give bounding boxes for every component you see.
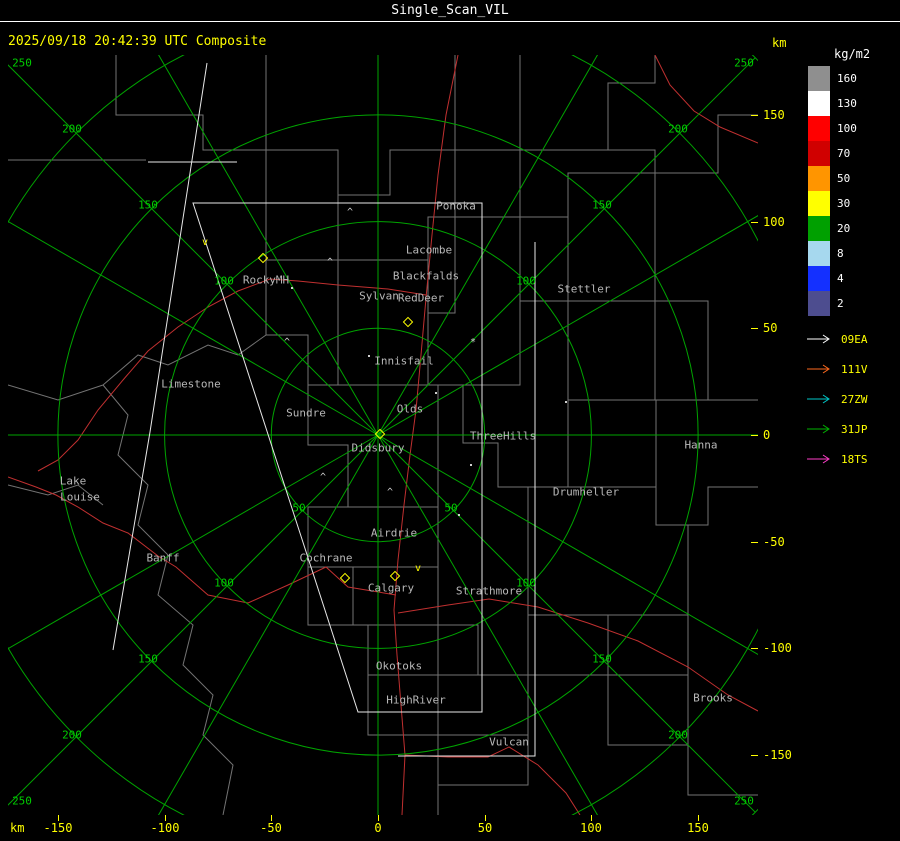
- scale-value-label: 70: [837, 147, 851, 160]
- azimuth-line: [377, 57, 756, 436]
- radar-site-marker: [389, 570, 401, 582]
- town-caret-marker: ^: [284, 337, 290, 348]
- radar-arrow-icon: [807, 334, 830, 344]
- scale-level-row: 20: [808, 216, 857, 241]
- scale-level-row: 8: [808, 241, 857, 266]
- bottom-axis-tick-label: -150: [43, 821, 73, 835]
- right-axis-tick: [751, 435, 758, 436]
- scale-value-label: 2: [837, 297, 844, 310]
- scale-swatch: [808, 291, 830, 316]
- bottom-axis-tick-label: 100: [580, 821, 602, 835]
- scale-level-row: 160: [808, 66, 857, 91]
- window-title: Single_Scan_VIL: [391, 3, 509, 18]
- radar-arrow-icon: [807, 424, 830, 434]
- radar-app-window: Single_Scan_VIL 2025/09/18 20:42:39 UTC …: [0, 0, 900, 841]
- town-caret-marker: ^: [387, 487, 393, 498]
- scale-value-label: 30: [837, 197, 851, 210]
- right-axis-tick: [751, 328, 758, 329]
- bottom-axis-tick-label: -50: [260, 821, 282, 835]
- scale-swatch: [808, 91, 830, 116]
- radar-arrow-icon: [807, 364, 830, 374]
- right-axis-tick-label: 100: [763, 215, 785, 229]
- bottom-axis-tick-label: 50: [477, 821, 493, 835]
- scale-swatch: [808, 141, 830, 166]
- town-dot-marker: [565, 401, 567, 403]
- color-scale: 160 130 100 70 50 30 20 8 4 2: [808, 66, 857, 316]
- radar-id-label: 31JP: [841, 422, 868, 436]
- scale-value-label: 50: [837, 172, 851, 185]
- azimuth-line: [377, 55, 599, 436]
- radar-arrow-icon: [807, 454, 830, 464]
- town-dot-marker: [368, 355, 370, 357]
- right-axis-tick: [751, 542, 758, 543]
- scale-value-label: 4: [837, 272, 844, 285]
- town-dot-marker: [458, 514, 460, 516]
- town-star-marker: *: [470, 337, 476, 348]
- right-axis-tick-label: 150: [763, 108, 785, 122]
- scale-level-row: 2: [808, 291, 857, 316]
- scale-value-label: 8: [837, 247, 844, 260]
- radar-legend-row: 111V: [806, 354, 868, 384]
- town-caret-marker: ^: [320, 472, 326, 483]
- right-axis-tick-label: -50: [763, 535, 785, 549]
- scale-value-label: 20: [837, 222, 851, 235]
- yellow-v-marker: v: [415, 563, 421, 574]
- radar-legend-row: 09EA: [806, 324, 868, 354]
- radar-arrow-icon: [807, 394, 830, 404]
- radar-id-label: 27ZW: [841, 392, 868, 406]
- timestamp-label: 2025/09/18 20:42:39 UTC Composite: [8, 34, 267, 49]
- right-axis-tick-label: -150: [763, 748, 792, 762]
- scale-unit-label: kg/m2: [834, 47, 871, 61]
- scale-swatch: [808, 166, 830, 191]
- yellow-v-marker: v: [202, 237, 208, 248]
- right-axis-tick: [751, 648, 758, 649]
- scale-swatch: [808, 266, 830, 291]
- right-axis-unit: km: [772, 36, 787, 50]
- scale-level-row: 30: [808, 191, 857, 216]
- radar-legend-row: 31JP: [806, 414, 868, 444]
- scale-swatch: [808, 116, 830, 141]
- radar-map-canvas: v v ^ ^ ^ ^ ^ *: [8, 55, 758, 815]
- scale-level-row: 50: [808, 166, 857, 191]
- bottom-axis-tick-label: 0: [374, 821, 382, 835]
- radar-id-label: 09EA: [841, 332, 868, 346]
- town-caret-marker: ^: [327, 257, 333, 268]
- town-dot-marker: [470, 464, 472, 466]
- right-axis-tick: [751, 115, 758, 116]
- town-dot-marker: [435, 392, 437, 394]
- right-axis-tick: [751, 755, 758, 756]
- scale-value-label: 160: [837, 72, 857, 85]
- town-dot-marker: [291, 287, 293, 289]
- radar-id-label: 111V: [841, 362, 868, 376]
- town-caret-marker: ^: [347, 207, 353, 218]
- scale-swatch: [808, 66, 830, 91]
- scale-swatch: [808, 241, 830, 266]
- radar-legend-row: 27ZW: [806, 384, 868, 414]
- bottom-axis-unit: km: [10, 821, 25, 835]
- map-markers: v v ^ ^ ^ ^ ^ *: [202, 207, 567, 584]
- azimuth-line: [8, 220, 379, 436]
- scale-level-row: 4: [808, 266, 857, 291]
- right-axis-tick-label: 0: [763, 428, 771, 442]
- scale-level-row: 70: [808, 141, 857, 166]
- radar-map: v v ^ ^ ^ ^ ^ * Ponoka Lacombe Blackfalds Sylvan Re…: [8, 55, 758, 815]
- radar-legend-row: 18TS: [806, 444, 868, 474]
- scale-value-label: 130: [837, 97, 857, 110]
- scale-swatch: [808, 216, 830, 241]
- scale-level-row: 100: [808, 116, 857, 141]
- radar-footprint-outlines: [112, 62, 536, 757]
- title-bar: Single_Scan_VIL: [0, 0, 900, 22]
- radar-site-legend: 09EA 111V 27ZW 31JP 18TS: [806, 324, 868, 474]
- radar-id-label: 18TS: [841, 452, 868, 466]
- scale-value-label: 100: [837, 122, 857, 135]
- right-axis-tick: [751, 222, 758, 223]
- right-axis-tick-label: -100: [763, 641, 792, 655]
- radar-site-marker: [402, 316, 414, 328]
- scale-swatch: [808, 191, 830, 216]
- scale-level-row: 130: [808, 91, 857, 116]
- bottom-axis-tick-label: -100: [150, 821, 180, 835]
- bottom-axis-tick-label: 150: [687, 821, 709, 835]
- right-axis-tick-label: 50: [763, 321, 778, 335]
